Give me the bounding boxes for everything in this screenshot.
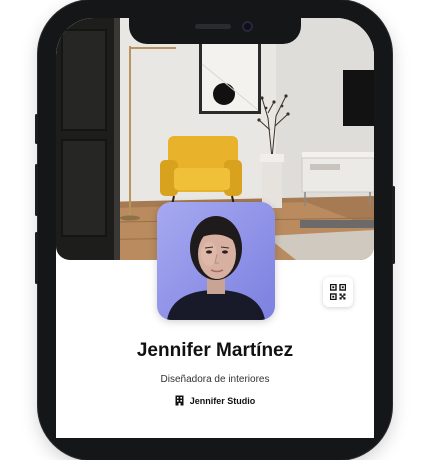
avatar xyxy=(157,202,275,320)
profile-job-title: Diseñadora de interiores xyxy=(160,374,270,385)
qr-code-button[interactable] xyxy=(323,277,353,307)
phone-side-button xyxy=(35,164,38,216)
profile-company: Jennifer Studio xyxy=(56,395,374,406)
building-icon xyxy=(175,395,184,406)
qr-code-icon xyxy=(330,284,346,300)
camera-icon xyxy=(242,21,253,32)
company-name: Jennifer Studio xyxy=(189,395,256,406)
phone-notch xyxy=(129,18,301,44)
phone-side-button xyxy=(35,232,38,284)
phone-side-button xyxy=(35,114,38,144)
profile-name: Jennifer Martínez xyxy=(136,340,294,361)
phone-speaker xyxy=(195,24,231,29)
phone-side-button xyxy=(392,186,395,264)
profile-screen: Jennifer Martínez Diseñadora de interior… xyxy=(56,18,374,438)
